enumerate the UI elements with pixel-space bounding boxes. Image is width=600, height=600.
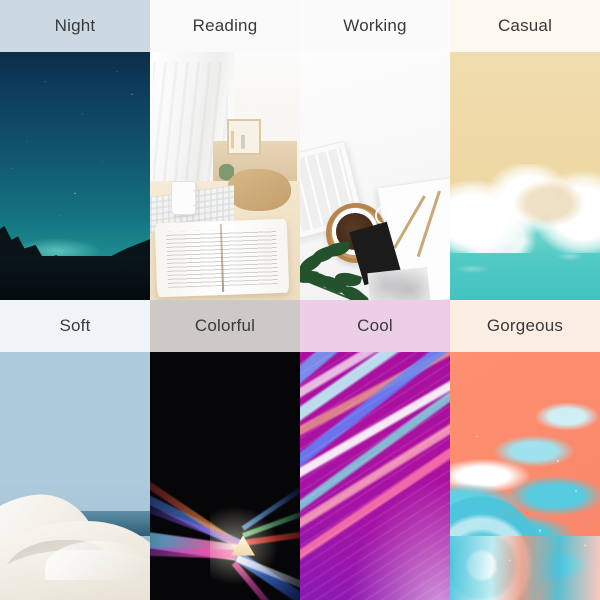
wallpaper-card-gorgeous[interactable]: Gorgeous — [450, 300, 600, 600]
wallpaper-card-casual[interactable]: Casual — [450, 0, 600, 300]
reading-open-book — [154, 218, 290, 298]
reading-mug — [171, 180, 199, 216]
thumbnail-casual[interactable] — [450, 52, 600, 300]
reading-chair — [228, 168, 291, 211]
working-green-leaves — [300, 221, 387, 300]
wallpaper-category-grid: Night Reading Working Casual Soft Colorf… — [0, 0, 600, 600]
cool-corner-glow — [345, 476, 450, 600]
thumbnail-reading[interactable] — [150, 52, 300, 300]
card-header-reading: Reading — [150, 0, 300, 52]
thumbnail-gorgeous[interactable] — [450, 352, 600, 600]
card-header-soft: Soft — [0, 300, 150, 352]
thumbnail-working[interactable] — [300, 52, 450, 300]
card-label-casual: Casual — [497, 16, 553, 35]
card-label-cool: Cool — [357, 316, 393, 335]
card-header-casual: Casual — [450, 0, 600, 52]
night-foreground — [0, 256, 150, 300]
reading-book-text — [165, 227, 279, 289]
thumbnail-soft[interactable] — [0, 352, 150, 600]
card-header-cool: Cool — [300, 300, 450, 352]
card-header-colorful: Colorful — [150, 300, 300, 352]
reading-shelf-items — [219, 123, 258, 149]
wallpaper-card-working[interactable]: Working — [300, 0, 450, 300]
card-label-night: Night — [54, 16, 96, 35]
thumbnail-colorful[interactable] — [150, 352, 300, 600]
card-label-gorgeous: Gorgeous — [486, 316, 564, 335]
card-header-gorgeous: Gorgeous — [450, 300, 600, 352]
card-label-working: Working — [343, 16, 407, 35]
card-label-reading: Reading — [192, 16, 258, 35]
card-label-colorful: Colorful — [194, 316, 256, 335]
wallpaper-card-reading[interactable]: Reading — [150, 0, 300, 300]
wallpaper-card-night[interactable]: Night — [0, 0, 150, 300]
thumbnail-night[interactable] — [0, 52, 150, 300]
wallpaper-card-colorful[interactable]: Colorful — [150, 300, 300, 600]
beach-foam-sandy-tint — [495, 176, 600, 231]
fluid-paint-droplets — [450, 352, 600, 600]
wallpaper-card-soft[interactable]: Soft — [0, 300, 150, 600]
card-label-soft: Soft — [59, 316, 91, 335]
thumbnail-cool[interactable] — [300, 352, 450, 600]
card-header-working: Working — [300, 0, 450, 52]
card-header-night: Night — [0, 0, 150, 52]
wallpaper-card-cool[interactable]: Cool — [300, 300, 450, 600]
